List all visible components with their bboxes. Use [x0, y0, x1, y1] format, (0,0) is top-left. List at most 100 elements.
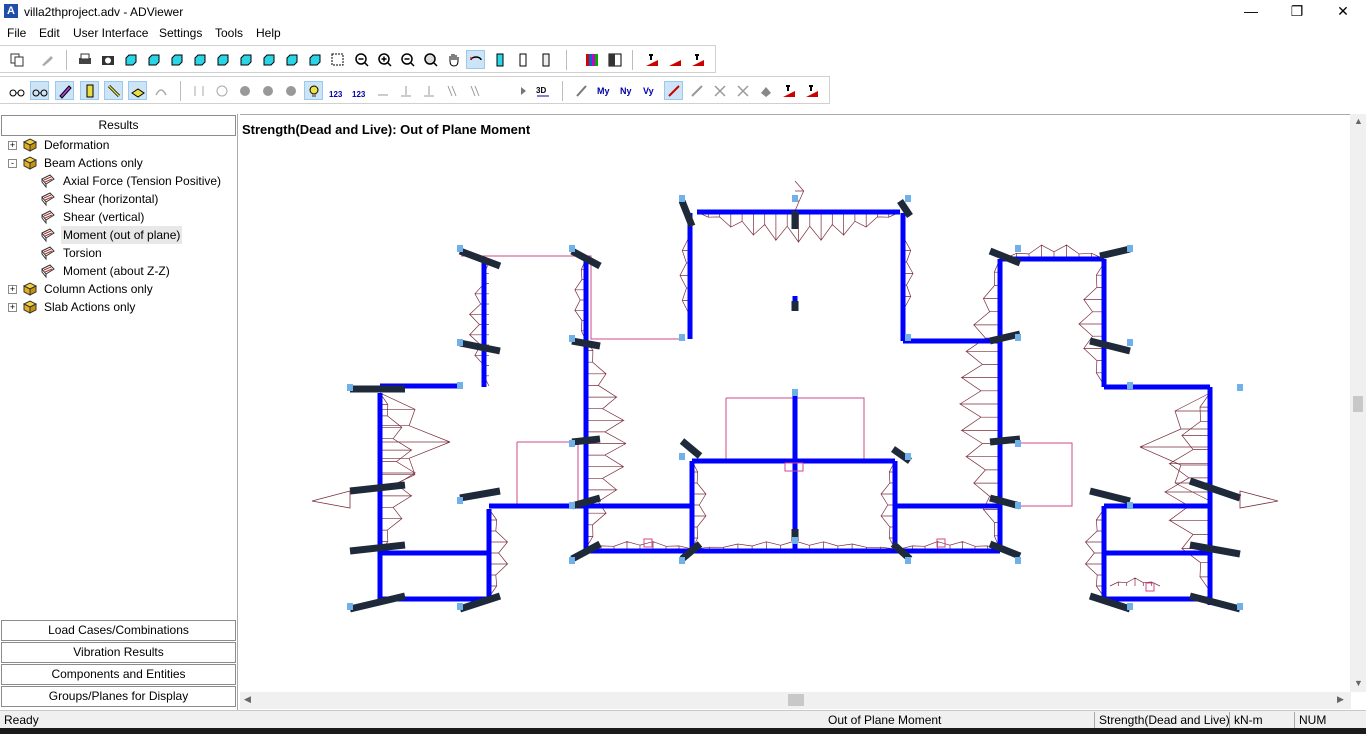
- scroll-left-icon[interactable]: ◀: [244, 694, 251, 705]
- column: [1189, 592, 1241, 613]
- node: [457, 497, 463, 504]
- vertical-scroll-thumb[interactable]: [1353, 396, 1363, 412]
- taskbar: [0, 728, 1366, 734]
- spring-icon[interactable]: [212, 81, 231, 100]
- extrude-icon[interactable]: [490, 50, 509, 69]
- node: [1127, 603, 1133, 610]
- rotate-icon[interactable]: [466, 50, 485, 69]
- vibration-results-panel-button[interactable]: Vibration Results: [1, 642, 236, 663]
- load-d-icon[interactable]: [442, 81, 461, 100]
- diagram-d-icon[interactable]: [779, 81, 798, 100]
- moment-my-icon[interactable]: My: [595, 81, 614, 100]
- slab-outline: [516, 441, 579, 507]
- diagram-b-icon[interactable]: [665, 50, 684, 69]
- components-panel-button[interactable]: Components and Entities: [1, 664, 236, 685]
- node: [1127, 382, 1133, 389]
- beam-result-icon[interactable]: [664, 81, 683, 100]
- scroll-down-icon[interactable]: ▼: [1354, 678, 1363, 688]
- zoom-fit-icon[interactable]: [421, 50, 440, 69]
- restore-button[interactable]: ❐: [1274, 0, 1320, 24]
- print-icon[interactable]: [75, 50, 94, 69]
- force-ny-icon[interactable]: Ny: [618, 81, 637, 100]
- view-iso3-icon[interactable]: [305, 50, 324, 69]
- copy-icon[interactable]: [7, 50, 26, 69]
- camera-icon[interactable]: [98, 50, 117, 69]
- menu-help[interactable]: Help: [256, 26, 281, 40]
- color-contour-icon[interactable]: [582, 50, 601, 69]
- bulb-icon[interactable]: [304, 81, 323, 100]
- play-icon[interactable]: [513, 81, 532, 100]
- results-tab[interactable]: Results: [1, 115, 236, 136]
- zoom-out-icon[interactable]: [352, 50, 371, 69]
- moment-diagram: [899, 541, 1001, 550]
- scroll-up-icon[interactable]: ▲: [1354, 116, 1363, 126]
- view-iso2-icon[interactable]: [282, 50, 301, 69]
- close-button[interactable]: ✕: [1320, 0, 1366, 24]
- load-a-icon[interactable]: [373, 81, 392, 100]
- hand-a-icon[interactable]: [235, 81, 254, 100]
- link-icon[interactable]: [151, 81, 170, 100]
- moment-diagram: [1163, 392, 1211, 592]
- view-bottom-icon[interactable]: [236, 50, 255, 69]
- diagram-e-icon[interactable]: [802, 81, 821, 100]
- numbering-2-icon[interactable]: 123: [350, 81, 369, 100]
- menu-tools[interactable]: Tools: [215, 26, 243, 40]
- result-d-icon[interactable]: [733, 81, 752, 100]
- result-e-icon[interactable]: [756, 81, 775, 100]
- scroll-right-icon[interactable]: ▶: [1337, 694, 1344, 705]
- view-left-icon[interactable]: [167, 50, 186, 69]
- wireframe-icon[interactable]: [513, 50, 532, 69]
- horizontal-scrollbar[interactable]: ◀ ▶: [240, 692, 1351, 709]
- groups-planes-panel-button[interactable]: Groups/Planes for Display: [1, 686, 236, 707]
- expand-icon[interactable]: +: [8, 285, 17, 294]
- brace-icon[interactable]: [104, 81, 123, 100]
- zoom-in-icon[interactable]: [375, 50, 394, 69]
- diagram-c-icon[interactable]: [688, 50, 707, 69]
- beam-pencil-icon[interactable]: [55, 81, 74, 100]
- result-b-icon[interactable]: [687, 81, 706, 100]
- view-top-icon[interactable]: [213, 50, 232, 69]
- structure-plan[interactable]: [240, 115, 1351, 693]
- glasses-2-icon[interactable]: [30, 81, 49, 100]
- shear-vy-icon[interactable]: Vy: [641, 81, 660, 100]
- zoom-out-2-icon[interactable]: [398, 50, 417, 69]
- hand-c-icon[interactable]: [281, 81, 300, 100]
- load-cases-panel-button[interactable]: Load Cases/Combinations: [1, 620, 236, 641]
- menu-user-interface[interactable]: User Interface: [73, 26, 148, 40]
- expand-icon[interactable]: +: [8, 303, 17, 312]
- view-back-icon[interactable]: [144, 50, 163, 69]
- horizontal-scroll-thumb[interactable]: [788, 694, 804, 706]
- load-c-icon[interactable]: [419, 81, 438, 100]
- glasses-icon[interactable]: [7, 81, 26, 100]
- result-c-icon[interactable]: [710, 81, 729, 100]
- menu-settings[interactable]: Settings: [159, 26, 202, 40]
- node: [1015, 557, 1021, 564]
- pan-hand-icon[interactable]: [444, 50, 463, 69]
- model-viewport[interactable]: [240, 114, 1351, 692]
- menu-edit[interactable]: Edit: [39, 26, 60, 40]
- load-e-icon[interactable]: [465, 81, 484, 100]
- view-right-icon[interactable]: [190, 50, 209, 69]
- menu-file[interactable]: File: [7, 26, 26, 40]
- load-b-icon[interactable]: [396, 81, 415, 100]
- zoom-window-icon[interactable]: [328, 50, 347, 69]
- hand-b-icon[interactable]: [258, 81, 277, 100]
- column-icon[interactable]: [80, 81, 99, 100]
- vertical-scrollbar[interactable]: ▲ ▼: [1350, 114, 1366, 692]
- pencil-icon[interactable]: [572, 81, 591, 100]
- slab-outline: [461, 255, 685, 340]
- numbering-icon[interactable]: 123: [327, 81, 346, 100]
- outline-icon[interactable]: [536, 50, 555, 69]
- view-iso-icon[interactable]: [259, 50, 278, 69]
- diagram-a-icon[interactable]: [642, 50, 661, 69]
- expand-icon[interactable]: +: [8, 141, 17, 150]
- minimize-button[interactable]: —: [1228, 0, 1274, 24]
- view-3d-button[interactable]: 3D: [533, 81, 552, 100]
- status-num-lock: NUM: [1299, 713, 1327, 727]
- pin-icon[interactable]: [37, 50, 56, 69]
- grayscale-icon[interactable]: [605, 50, 624, 69]
- slab-icon[interactable]: [128, 81, 147, 100]
- collapse-icon[interactable]: -: [8, 159, 17, 168]
- support-icon[interactable]: [189, 81, 208, 100]
- view-front-icon[interactable]: [121, 50, 140, 69]
